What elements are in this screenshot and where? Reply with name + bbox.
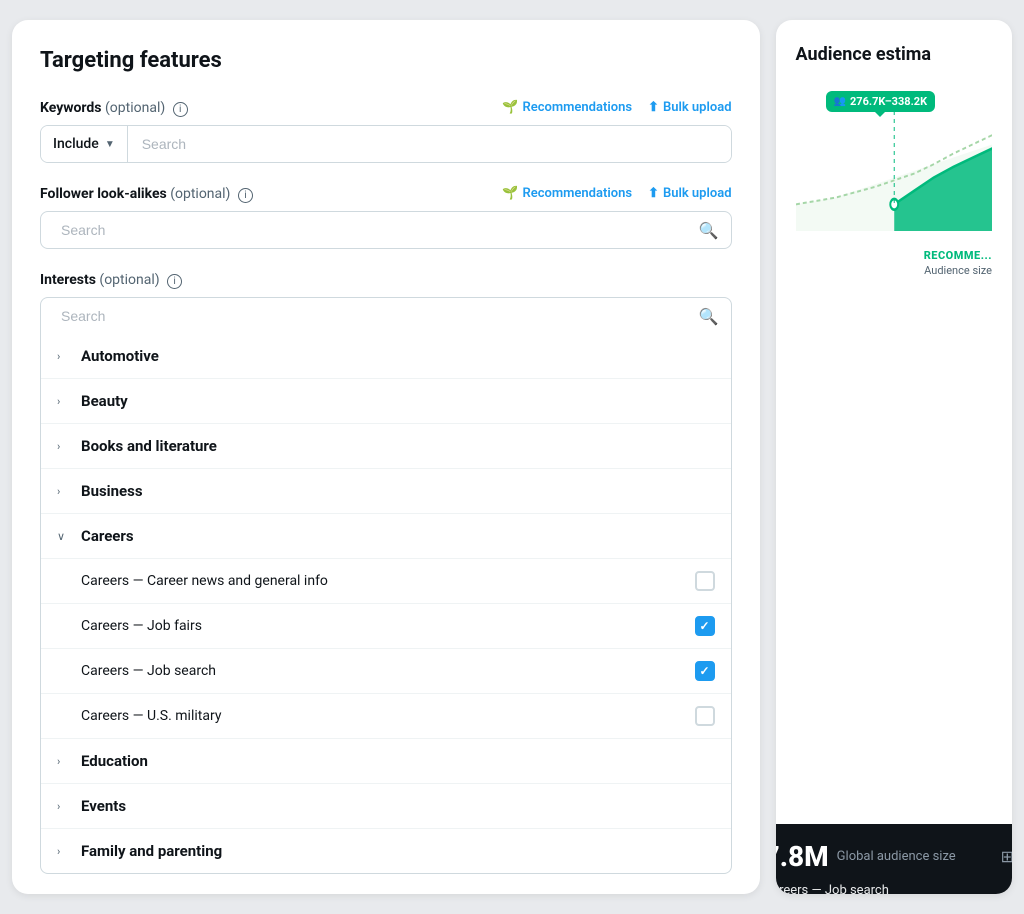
follower-bulk-upload-link[interactable]: ⬆ Bulk upload bbox=[648, 186, 732, 201]
category-beauty-header[interactable]: › Beauty bbox=[41, 379, 731, 423]
interests-search-icon: 🔍 bbox=[699, 307, 719, 326]
keywords-label: Keywords (optional) i bbox=[40, 97, 188, 117]
careers-career-news-checkbox[interactable] bbox=[695, 571, 715, 591]
chevron-right-icon: › bbox=[57, 755, 71, 768]
upload-icon: ⬆ bbox=[648, 100, 659, 115]
tooltip-detail: Careers — Job search bbox=[776, 883, 1012, 894]
follower-lookalikes-label: Follower look-alikes (optional) i bbox=[40, 183, 253, 203]
careers-career-news-item: Careers — Career news and general info bbox=[41, 558, 731, 603]
follower-recommendations-icon: 🌱 bbox=[502, 186, 518, 201]
category-family-header[interactable]: › Family and parenting bbox=[41, 829, 731, 873]
follower-search-input[interactable] bbox=[53, 212, 699, 248]
careers-us-military-item: Careers — U.S. military bbox=[41, 693, 731, 738]
keywords-label-text: Keywords (optional) bbox=[40, 100, 169, 116]
chevron-right-icon: › bbox=[57, 845, 71, 858]
audience-size-label: Audience size bbox=[796, 264, 992, 277]
chevron-down-icon: ∨ bbox=[57, 530, 71, 543]
include-dropdown[interactable]: Include ▼ bbox=[41, 126, 128, 162]
follower-lookalikes-header: Follower look-alikes (optional) i 🌱 Reco… bbox=[40, 183, 732, 203]
category-books-header[interactable]: › Books and literature bbox=[41, 424, 731, 468]
follower-lookalikes-actions: 🌱 Recommendations ⬆ Bulk upload bbox=[502, 186, 731, 201]
recommend-label: RECOMME... bbox=[796, 249, 992, 262]
chart-area: 276.7K–338.2K bbox=[796, 81, 992, 241]
category-business-header[interactable]: › Business bbox=[41, 469, 731, 513]
follower-lookalikes-section: Follower look-alikes (optional) i 🌱 Reco… bbox=[40, 183, 732, 249]
category-education-header[interactable]: › Education bbox=[41, 739, 731, 783]
keywords-recommendations-link[interactable]: 🌱 Recommendations bbox=[502, 100, 632, 115]
interests-header: Interests (optional) i bbox=[40, 269, 732, 289]
keywords-header: Keywords (optional) i 🌱 Recommendations … bbox=[40, 97, 732, 117]
interests-label-group: Interests (optional) i bbox=[40, 269, 182, 289]
category-beauty: › Beauty bbox=[41, 379, 731, 424]
left-panel: Targeting features Keywords (optional) i… bbox=[12, 20, 760, 894]
careers-job-search-item: Careers — Job search bbox=[41, 648, 731, 693]
recommendations-icon: 🌱 bbox=[502, 100, 518, 115]
interests-section: Interests (optional) i 🔍 › Automotive bbox=[40, 269, 732, 874]
keywords-info-icon[interactable]: i bbox=[173, 102, 188, 117]
tooltip-popup-header: 7.8M Global audience size ⊞ bbox=[776, 840, 1012, 873]
careers-sub-items: Careers — Career news and general info C… bbox=[41, 558, 731, 738]
tooltip-subtitle: Global audience size bbox=[837, 849, 956, 864]
category-business: › Business bbox=[41, 469, 731, 514]
expand-icon[interactable]: ⊞ bbox=[1001, 847, 1012, 866]
category-careers: ∨ Careers Careers — Career news and gene… bbox=[41, 514, 731, 739]
audience-chart bbox=[796, 111, 992, 231]
interests-info-icon[interactable]: i bbox=[167, 274, 182, 289]
keywords-search-input[interactable] bbox=[128, 126, 731, 162]
chevron-right-icon: › bbox=[57, 350, 71, 363]
category-events: › Events bbox=[41, 784, 731, 829]
chevron-right-icon: › bbox=[57, 800, 71, 813]
chart-tooltip: 276.7K–338.2K bbox=[826, 91, 936, 112]
follower-upload-icon: ⬆ bbox=[648, 186, 659, 201]
tooltip-popup: 7.8M Global audience size ⊞ Careers — Jo… bbox=[776, 824, 1012, 894]
screen: Targeting features Keywords (optional) i… bbox=[12, 20, 1012, 894]
category-automotive-header[interactable]: › Automotive bbox=[41, 334, 731, 378]
interests-search-input[interactable] bbox=[53, 298, 699, 334]
careers-us-military-checkbox[interactable] bbox=[695, 706, 715, 726]
panel-title: Targeting features bbox=[40, 48, 732, 73]
category-education: › Education bbox=[41, 739, 731, 784]
follower-recommendations-link[interactable]: 🌱 Recommendations bbox=[502, 186, 632, 201]
tooltip-number: 7.8M bbox=[776, 840, 829, 873]
interests-label-text: Interests (optional) bbox=[40, 272, 163, 288]
category-events-header[interactable]: › Events bbox=[41, 784, 731, 828]
right-panel: Audience estima 276.7K–338.2K RECOMM bbox=[776, 20, 1012, 894]
careers-job-fairs-item: Careers — Job fairs bbox=[41, 603, 731, 648]
follower-lookalikes-label-text: Follower look-alikes (optional) bbox=[40, 186, 234, 202]
keywords-actions: 🌱 Recommendations ⬆ Bulk upload bbox=[502, 100, 731, 115]
category-automotive: › Automotive bbox=[41, 334, 731, 379]
category-careers-header[interactable]: ∨ Careers bbox=[41, 514, 731, 558]
interests-list: › Automotive › Beauty › Books and litera… bbox=[40, 334, 732, 874]
right-panel-title: Audience estima bbox=[796, 44, 992, 65]
category-books: › Books and literature bbox=[41, 424, 731, 469]
keywords-section: Keywords (optional) i 🌱 Recommendations … bbox=[40, 97, 732, 163]
follower-lookalikes-info-icon[interactable]: i bbox=[238, 188, 253, 203]
careers-job-fairs-checkbox[interactable] bbox=[695, 616, 715, 636]
chevron-right-icon: › bbox=[57, 485, 71, 498]
category-family: › Family and parenting bbox=[41, 829, 731, 873]
follower-search-box: 🔍 bbox=[40, 211, 732, 249]
chevron-down-icon: ▼ bbox=[105, 139, 115, 150]
chevron-right-icon: › bbox=[57, 440, 71, 453]
interests-search-box: 🔍 bbox=[40, 297, 732, 334]
chevron-right-icon: › bbox=[57, 395, 71, 408]
follower-search-icon: 🔍 bbox=[699, 221, 719, 240]
keywords-bulk-upload-link[interactable]: ⬆ Bulk upload bbox=[648, 100, 732, 115]
keywords-input-row: Include ▼ bbox=[40, 125, 732, 163]
careers-job-search-checkbox[interactable] bbox=[695, 661, 715, 681]
